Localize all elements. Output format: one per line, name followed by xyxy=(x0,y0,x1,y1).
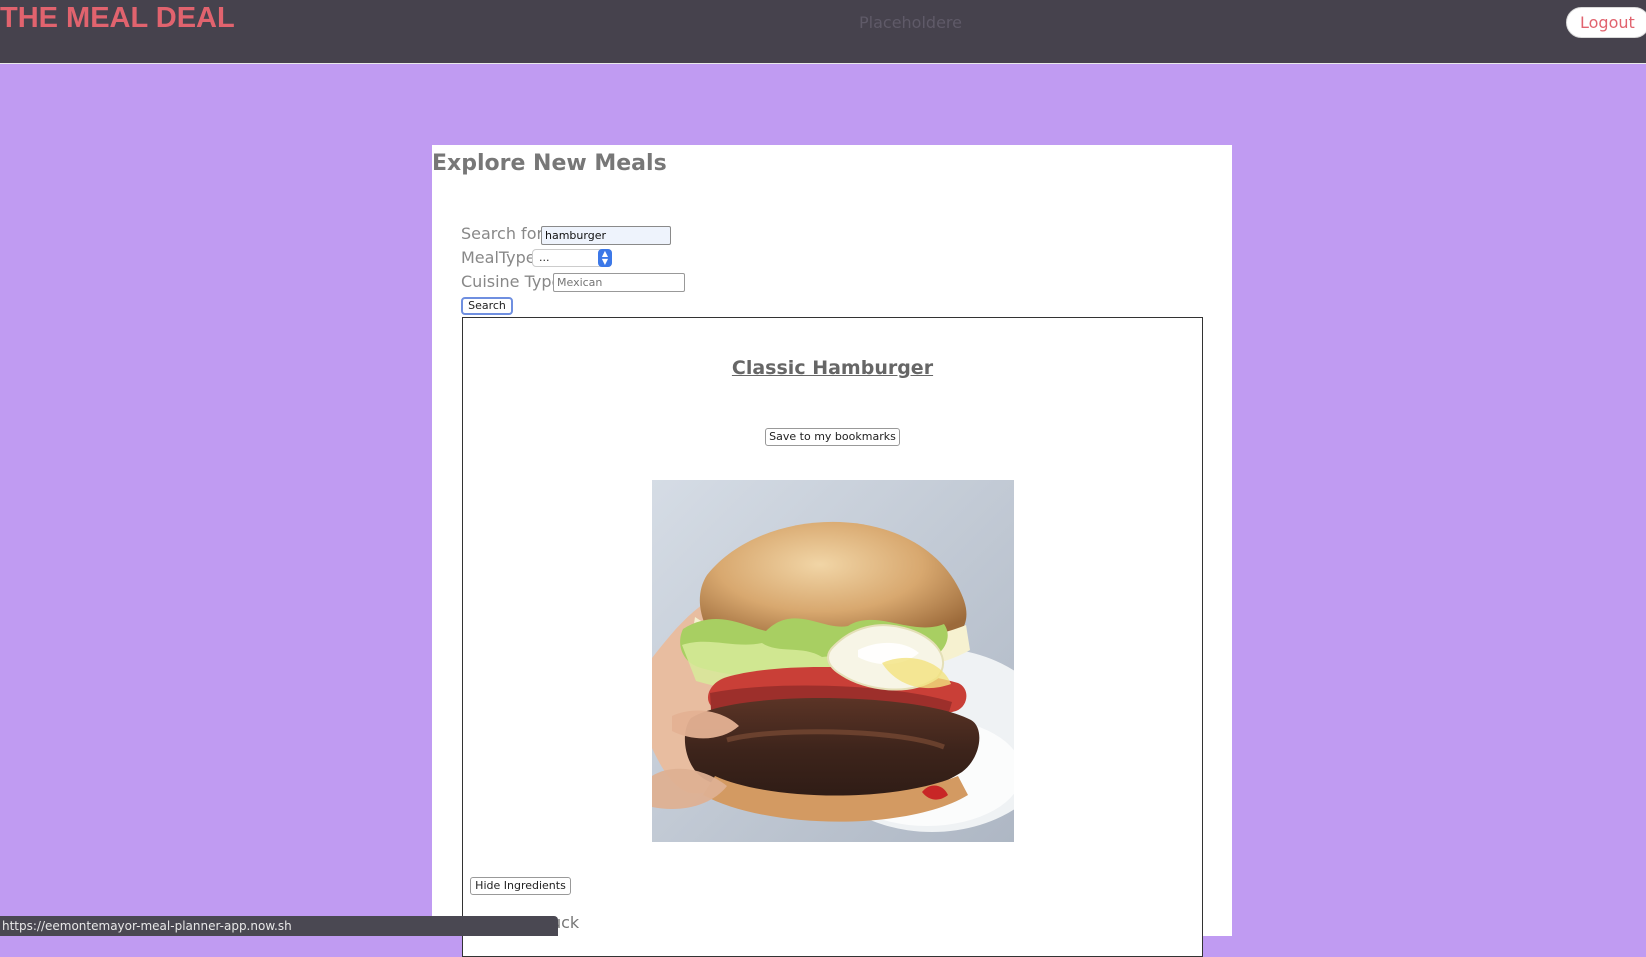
nav-placeholder-link[interactable]: Placeholdere xyxy=(859,12,962,34)
ingredient-list-item: beef or chuck xyxy=(470,913,1190,933)
logout-button[interactable]: Logout xyxy=(1566,7,1646,38)
cuisine-type-label: Cuisine Type xyxy=(461,272,562,291)
search-input[interactable] xyxy=(541,226,671,245)
cuisine-type-input[interactable] xyxy=(553,273,685,292)
save-bookmark-button[interactable]: Save to my bookmarks xyxy=(765,428,900,446)
search-button[interactable]: Search xyxy=(461,297,513,315)
top-navigation-bar: THE MEAL DEAL Placeholdere Logout xyxy=(0,0,1646,64)
page-title: Explore New Meals xyxy=(432,151,667,176)
brand-title[interactable]: THE MEAL DEAL xyxy=(0,0,235,36)
recipe-title-link[interactable]: Classic Hamburger xyxy=(463,356,1202,380)
explore-meals-panel: Explore New Meals Search for: MealType .… xyxy=(432,145,1232,957)
meal-type-label: MealType xyxy=(461,248,536,267)
hide-ingredients-button[interactable]: Hide Ingredients xyxy=(470,877,571,895)
hamburger-image xyxy=(652,480,1014,842)
chevron-up-down-icon: ▲ ▼ xyxy=(598,249,612,267)
hamburger-photo xyxy=(652,480,1014,842)
meal-type-select[interactable]: ... ▲ ▼ xyxy=(532,249,612,267)
meal-type-selected-value: ... xyxy=(539,251,550,264)
search-label: Search for: xyxy=(461,224,549,243)
browser-status-url: https://eemontemayor-meal-planner-app.no… xyxy=(0,916,558,936)
recipe-result-card: Classic Hamburger Save to my bookmarks H… xyxy=(462,317,1203,957)
